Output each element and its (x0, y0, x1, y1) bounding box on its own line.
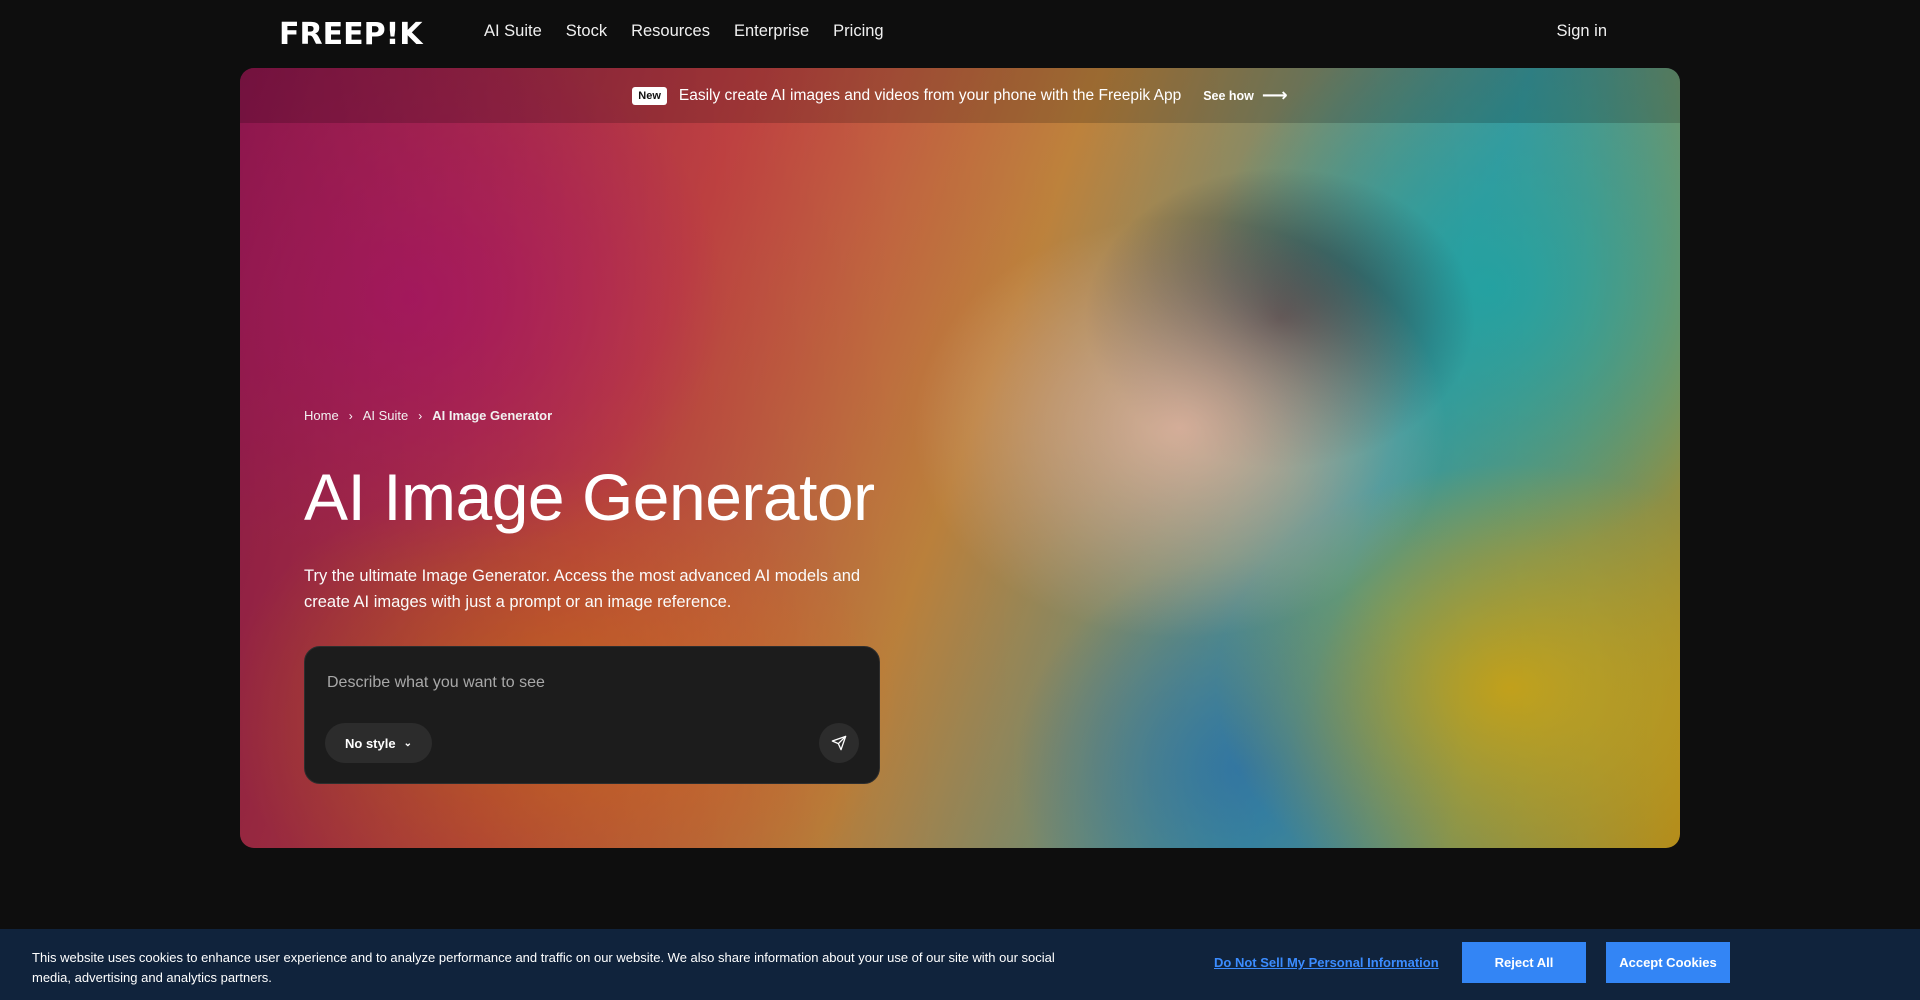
hero-subtitle: Try the ultimate Image Generator. Access… (304, 567, 861, 611)
chevron-right-icon: › (418, 408, 423, 423)
announcement-text: Easily create AI images and videos from … (678, 86, 1182, 104)
style-dropdown-button[interactable]: No style ⌄ (325, 723, 432, 763)
page: FREEP!K AI Suite Stock Resources Enterpr… (0, 0, 1920, 1000)
prompt-box: No style ⌄ (304, 646, 880, 784)
page-title: AI Image Generator (304, 460, 875, 534)
chevron-down-icon: ⌄ (403, 737, 412, 749)
see-how-link[interactable]: See how ⟶ (1203, 85, 1288, 106)
nav-resources[interactable]: Resources (631, 22, 710, 41)
breadcrumb-ai-suite[interactable]: AI Suite (363, 408, 409, 423)
send-button[interactable] (819, 723, 859, 763)
send-icon (831, 735, 847, 751)
new-badge: New (632, 86, 667, 105)
accept-cookies-button[interactable]: Accept Cookies (1606, 942, 1730, 983)
breadcrumb-home[interactable]: Home (304, 408, 339, 423)
top-navigation: FREEP!K AI Suite Stock Resources Enterpr… (0, 0, 1920, 68)
freepik-logo[interactable]: FREEP!K (279, 17, 423, 52)
see-how-label: See how (1203, 88, 1254, 103)
hero-banner: New Easily create AI images and videos f… (240, 68, 1680, 848)
breadcrumb: Home › AI Suite › AI Image Generator (304, 408, 1064, 423)
sign-in-link[interactable]: Sign in (1557, 22, 1607, 41)
reject-all-button[interactable]: Reject All (1462, 942, 1586, 983)
main-nav: AI Suite Stock Resources Enterprise Pric… (484, 22, 884, 41)
nav-pricing[interactable]: Pricing (833, 22, 883, 41)
cookie-text: This website uses cookies to enhance use… (32, 950, 1055, 985)
do-not-sell-link[interactable]: Do Not Sell My Personal Information (1214, 955, 1439, 970)
nav-enterprise[interactable]: Enterprise (734, 22, 809, 41)
prompt-input[interactable] (327, 669, 847, 697)
breadcrumb-current: AI Image Generator (432, 408, 553, 423)
nav-ai-suite[interactable]: AI Suite (484, 22, 542, 41)
announcement-bar: New Easily create AI images and videos f… (240, 68, 1680, 123)
hero-content: Home › AI Suite › AI Image Generator AI … (304, 408, 1064, 615)
arrow-right-icon: ⟶ (1261, 85, 1288, 105)
style-label: No style (345, 735, 396, 751)
cookie-banner: This website uses cookies to enhance use… (0, 929, 1920, 1000)
nav-stock[interactable]: Stock (566, 22, 607, 41)
chevron-right-icon: › (348, 408, 353, 423)
